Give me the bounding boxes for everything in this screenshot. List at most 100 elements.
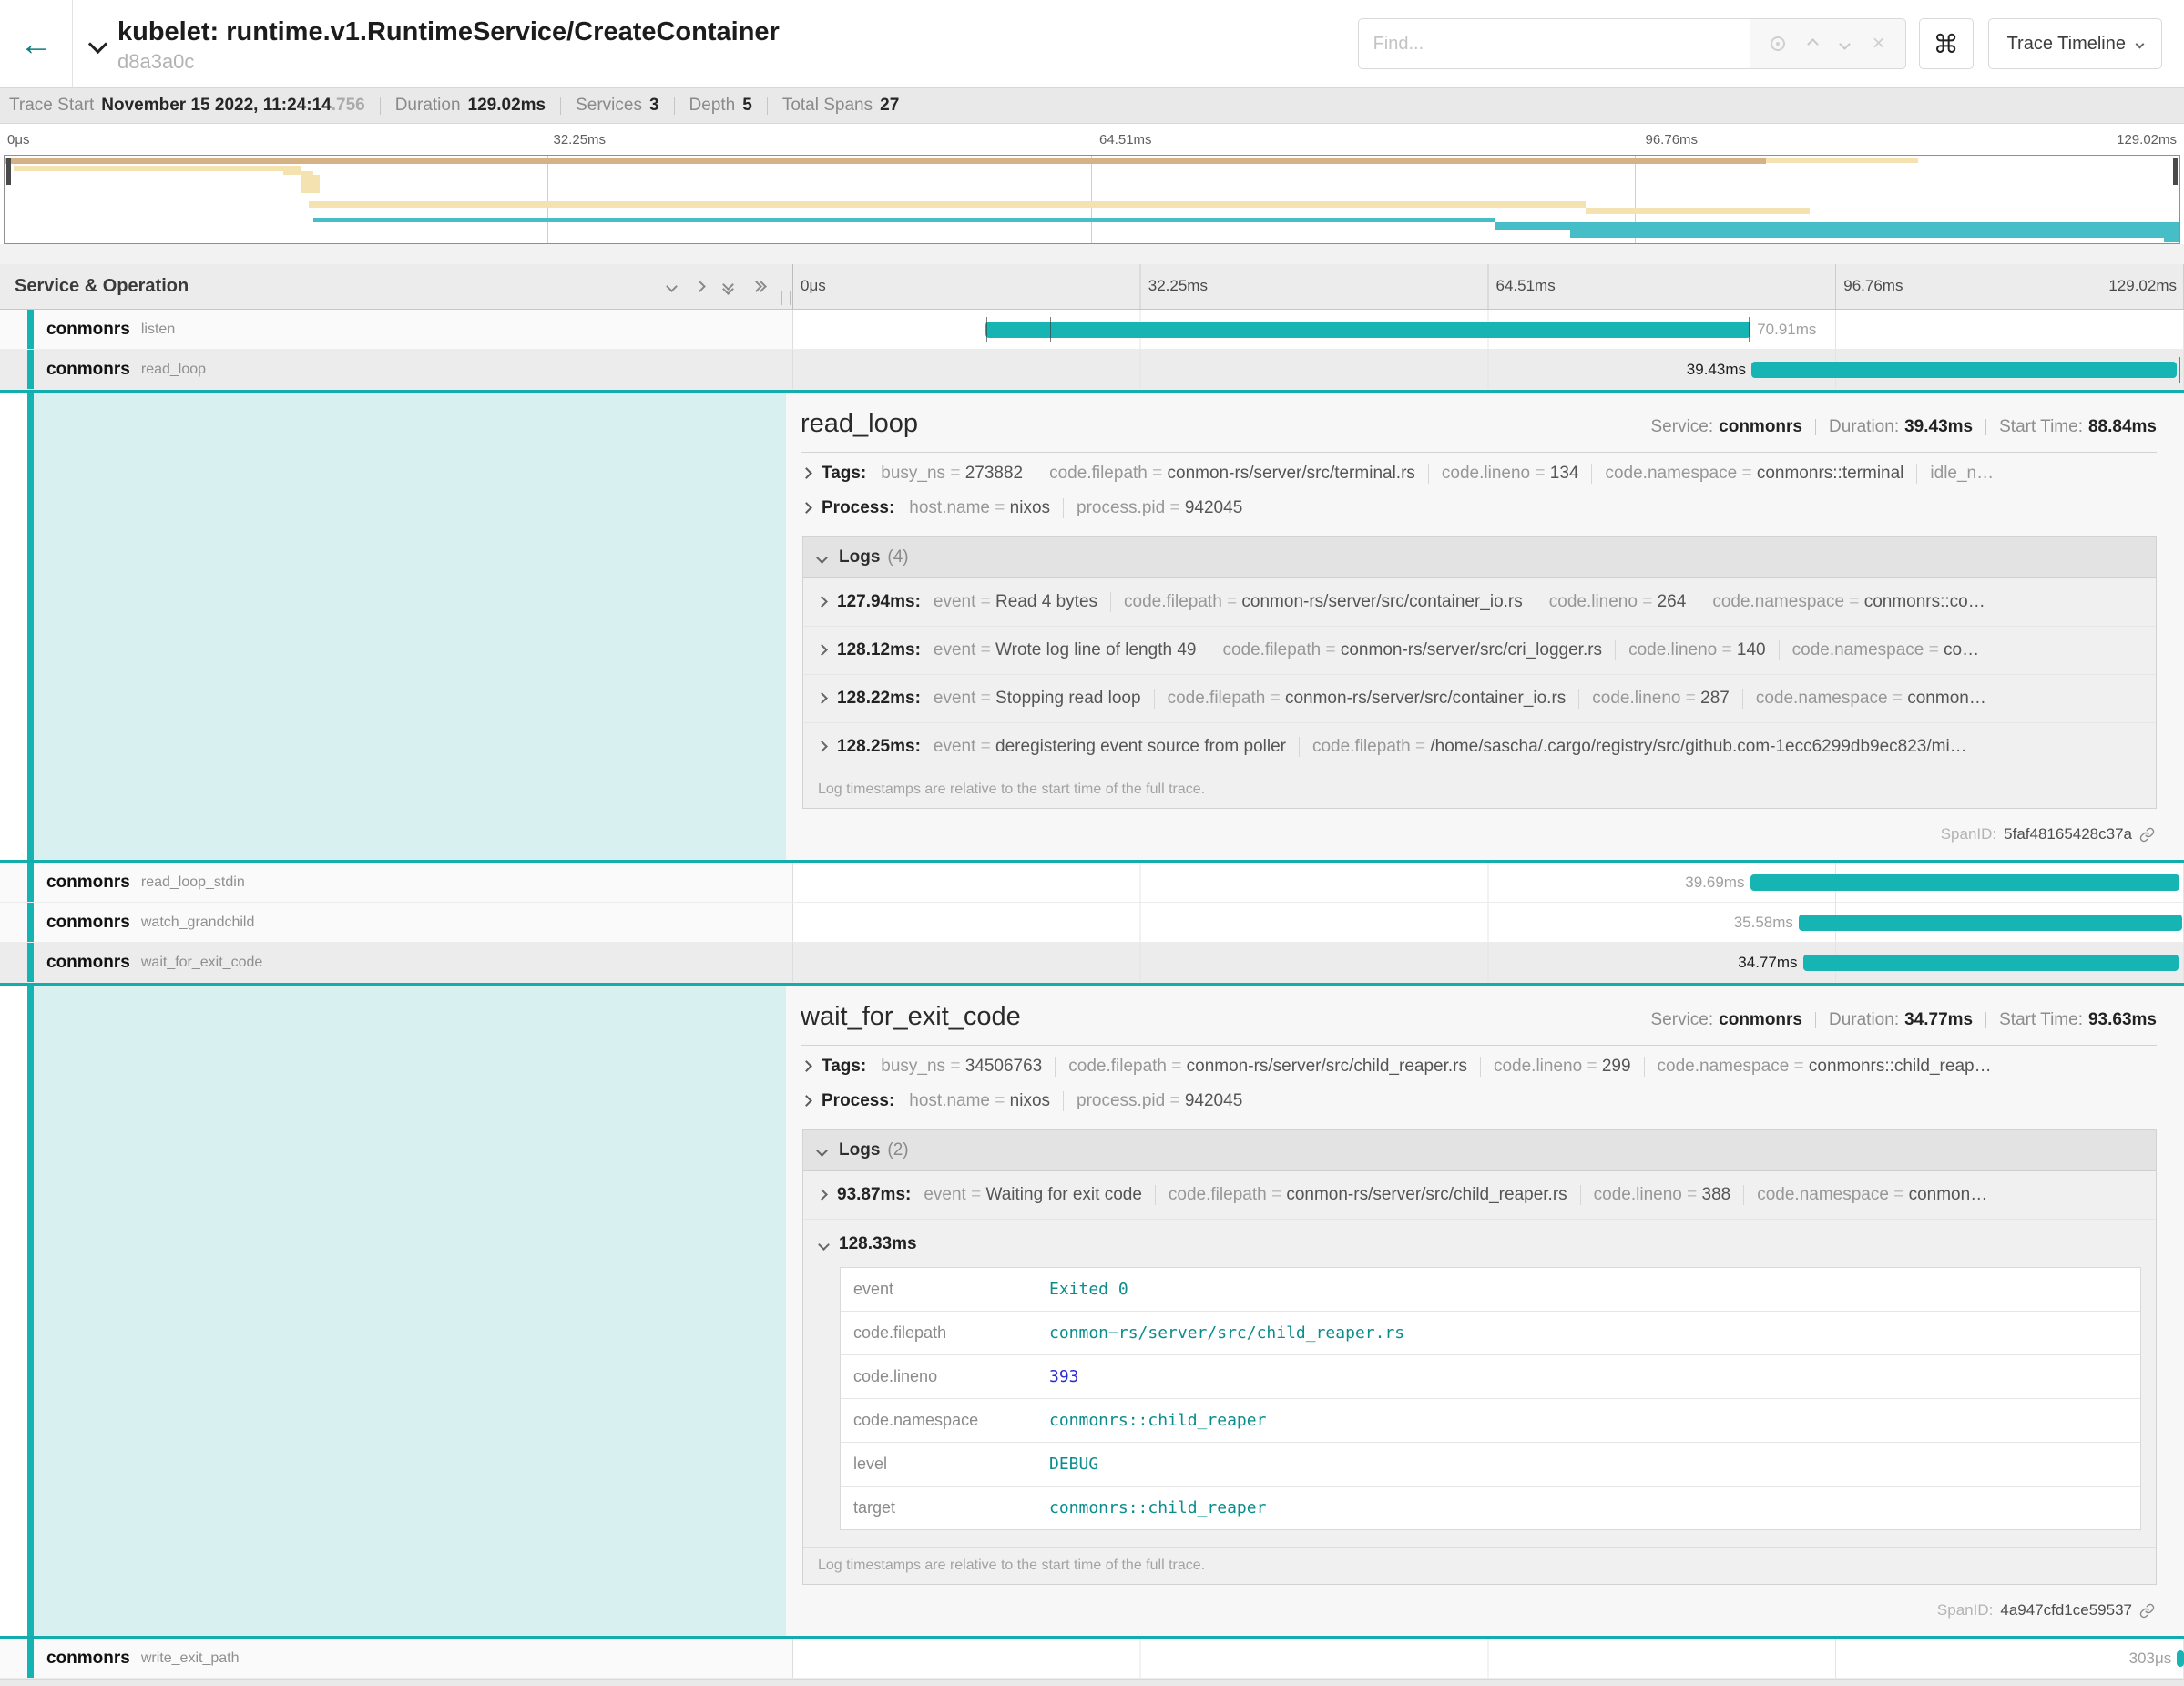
- minimap-scrubber-left[interactable]: [6, 158, 11, 185]
- process-row[interactable]: Process: host.namenixosprocess.pid942045: [801, 1080, 2157, 1115]
- service-name[interactable]: conmonrs: [46, 913, 130, 933]
- log-kv-table: eventExited 0code.filepathconmon−rs/serv…: [840, 1267, 2141, 1530]
- view-selector-button[interactable]: Trace Timeline: [1988, 18, 2162, 69]
- span-row-timeline[interactable]: 70.91ms: [792, 310, 2184, 349]
- log-field-list: eventRead 4 bytescode.filepathconmon-rs/…: [934, 592, 2141, 612]
- span-row-timeline[interactable]: 34.77ms: [792, 943, 2184, 982]
- collapse-one-icon[interactable]: [668, 282, 676, 291]
- tag-value: 299: [1602, 1057, 1631, 1076]
- log-entry[interactable]: 127.94ms:eventRead 4 bytescode.filepathc…: [803, 578, 2156, 626]
- next-result-icon[interactable]: [1839, 38, 1851, 50]
- span-row-read_loop_stdin[interactable]: conmonrsread_loop_stdin39.69ms: [0, 863, 2184, 903]
- tag-key: code.namespace: [1792, 640, 1944, 659]
- logs-header[interactable]: Logs (2): [803, 1130, 2156, 1171]
- collapse-all-icon[interactable]: [724, 281, 732, 293]
- logs-count: (2): [887, 1140, 908, 1160]
- timeline-tick-label: 0μs: [801, 277, 826, 295]
- tag-chip: busy_ns34506763: [881, 1057, 1056, 1077]
- summary-label: Total Spans: [782, 96, 873, 115]
- summary-value-suffix: .756: [332, 96, 365, 115]
- span-row-wait_for_exit_code[interactable]: conmonrswait_for_exit_code34.77ms: [0, 943, 2184, 983]
- minimap-scrubber-right[interactable]: [2173, 158, 2178, 185]
- span-row-watch_grandchild[interactable]: conmonrswatch_grandchild35.58ms: [0, 903, 2184, 943]
- back-button[interactable]: ←: [0, 0, 73, 87]
- tag-chip: code.namespaceconmonrs::terminal: [1605, 464, 1917, 484]
- kv-value: conmonrs::child_reaper: [1036, 1487, 2140, 1529]
- expand-all-icon[interactable]: [752, 282, 765, 291]
- tag-key: code.lineno: [1549, 592, 1658, 611]
- service-name[interactable]: conmonrs: [46, 1649, 130, 1669]
- summary-item: Services3: [576, 96, 658, 116]
- span-bar[interactable]: [1803, 955, 2179, 971]
- log-entry[interactable]: 128.22ms:eventStopping read loopcode.fil…: [803, 674, 2156, 722]
- span-row-name: conmonrswait_for_exit_code: [0, 943, 792, 982]
- span-row-timeline[interactable]: 39.43ms: [792, 350, 2184, 389]
- link-icon[interactable]: [2139, 827, 2155, 843]
- duration-label: Duration:: [1829, 417, 1899, 437]
- prev-result-icon[interactable]: [1807, 38, 1819, 50]
- span-boundary-tick: [1050, 317, 1051, 342]
- clear-search-icon[interactable]: ×: [1873, 33, 1885, 55]
- service-name[interactable]: conmonrs: [46, 953, 130, 973]
- spanid-row: SpanID: 4a947cfd1ce59537: [801, 1590, 2157, 1630]
- tag-value: 287: [1700, 689, 1730, 708]
- tag-key: process.pid: [1077, 498, 1185, 517]
- span-row-timeline[interactable]: 39.69ms: [792, 863, 2184, 902]
- tag-key: code.filepath: [1124, 592, 1241, 611]
- span-row-write_exit_path[interactable]: conmonrswrite_exit_path303μs: [0, 1639, 2184, 1679]
- locate-icon[interactable]: [1771, 36, 1785, 51]
- detail-meta: Service:conmonrs Duration:34.77ms Start …: [1651, 1010, 2158, 1030]
- service-name[interactable]: conmonrs: [46, 873, 130, 893]
- tag-key: code.lineno: [1592, 689, 1700, 708]
- span-row-listen[interactable]: conmonrslisten70.91ms: [0, 310, 2184, 350]
- expand-one-icon[interactable]: [696, 282, 704, 291]
- log-entry[interactable]: 128.12ms:eventWrote log line of length 4…: [803, 626, 2156, 674]
- command-icon: ⌘: [1934, 30, 1959, 58]
- timeline-header: Service & Operation 0μs32.25ms64.51ms96.…: [0, 264, 2184, 310]
- log-entry[interactable]: 128.25ms:eventderegistering event source…: [803, 722, 2156, 771]
- span-bar[interactable]: [1799, 915, 2182, 931]
- span-row-timeline[interactable]: 303μs: [792, 1639, 2184, 1678]
- link-icon[interactable]: [2139, 1603, 2155, 1619]
- collapse-trace-toggle[interactable]: [91, 37, 105, 56]
- span-boundary-tick: [1749, 317, 1750, 342]
- process-row[interactable]: Process: host.namenixosprocess.pid942045: [801, 487, 2157, 522]
- tag-chip: code.lineno134: [1442, 464, 1593, 484]
- span-row-timeline[interactable]: 35.58ms: [792, 903, 2184, 942]
- tags-row[interactable]: Tags: busy_ns34506763code.filepathconmon…: [801, 1046, 2157, 1080]
- tag-chip: host.namenixos: [909, 498, 1064, 518]
- logs-header[interactable]: Logs (4): [803, 537, 2156, 578]
- minimap-span-bar: [1570, 230, 2179, 238]
- span-row-read_loop[interactable]: conmonrsread_loop39.43ms: [0, 350, 2184, 390]
- kv-row: code.namespaceconmonrs::child_reaper: [841, 1399, 2140, 1443]
- span-boundary-tick: [986, 317, 987, 342]
- start-time-value: 88.84ms: [2088, 417, 2157, 437]
- column-resizer-handle[interactable]: [781, 291, 791, 305]
- log-entry-header[interactable]: 128.33ms: [820, 1223, 2141, 1267]
- tag-value: conmon-rs/server/src/child_reaper.rs: [1286, 1185, 1567, 1204]
- start-time-label: Start Time:: [1999, 1010, 2083, 1030]
- chevron-right-icon: [816, 741, 828, 752]
- span-bar[interactable]: [985, 322, 1750, 338]
- timeline-tick-label: 0μs: [7, 132, 30, 148]
- service-color-accent: [27, 350, 34, 389]
- tags-row[interactable]: Tags: busy_ns273882code.filepathconmon-r…: [801, 453, 2157, 487]
- chevron-right-icon: [801, 467, 812, 479]
- span-bar[interactable]: [1751, 362, 2177, 378]
- log-field-list: eventWrote log line of length 49code.fil…: [934, 640, 2141, 660]
- log-entry[interactable]: 93.87ms:eventWaiting for exit codecode.f…: [803, 1171, 2156, 1219]
- span-bar[interactable]: [2177, 1650, 2184, 1667]
- trace-minimap[interactable]: [4, 155, 2180, 244]
- find-input[interactable]: [1358, 18, 1750, 69]
- process-chip-list: host.namenixosprocess.pid942045: [909, 498, 2157, 518]
- service-name[interactable]: conmonrs: [46, 360, 130, 380]
- chevron-down-icon: [816, 1145, 828, 1157]
- trace-summary-bar: Trace StartNovember 15 2022, 11:24:14.75…: [0, 87, 2184, 124]
- service-operation-title: Service & Operation: [15, 276, 189, 297]
- keyboard-shortcuts-button[interactable]: ⌘: [1919, 18, 1974, 69]
- service-name[interactable]: conmonrs: [46, 320, 130, 340]
- span-bar[interactable]: [1750, 874, 2180, 891]
- tag-value: Read 4 bytes: [995, 592, 1097, 611]
- summary-value: November 15 2022, 11:24:14: [101, 96, 331, 115]
- tag-chip: code.filepathconmon-rs/server/src/termin…: [1049, 464, 1429, 484]
